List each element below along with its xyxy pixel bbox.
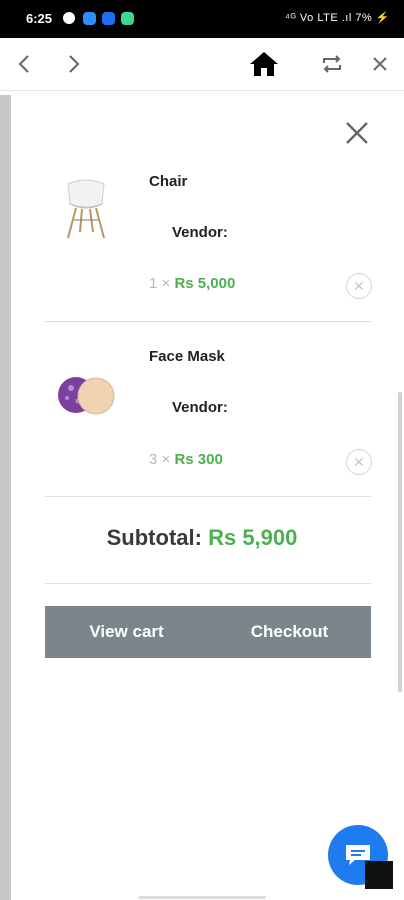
item-name[interactable]: Face Mask bbox=[149, 348, 225, 365]
subtotal: Subtotal: Rs 5,900 bbox=[0, 525, 404, 551]
divider bbox=[45, 583, 371, 584]
page-edge-shadow bbox=[0, 95, 11, 900]
scroll-to-top-button[interactable] bbox=[365, 861, 393, 889]
browser-toolbar bbox=[0, 38, 404, 91]
divider bbox=[45, 496, 371, 497]
home-indicator bbox=[138, 896, 266, 899]
subtotal-label: Subtotal: bbox=[106, 525, 202, 550]
item-quantity-price: 3 × Rs 300 bbox=[149, 451, 223, 468]
chevron-left-icon bbox=[18, 55, 29, 73]
item-price: Rs 300 bbox=[174, 451, 223, 468]
times-sign: × bbox=[161, 275, 171, 292]
item-quantity-price: 1 × Rs 5,000 bbox=[149, 275, 235, 292]
back-button[interactable] bbox=[12, 50, 36, 78]
home-icon bbox=[250, 52, 278, 76]
divider bbox=[45, 321, 371, 322]
notification-icon-4 bbox=[121, 12, 134, 25]
times-sign: × bbox=[161, 451, 171, 468]
cart-close-button[interactable] bbox=[342, 118, 372, 148]
close-icon bbox=[373, 57, 387, 71]
item-quantity: 1 bbox=[149, 275, 158, 292]
item-name[interactable]: Chair bbox=[149, 173, 187, 190]
refresh-button[interactable] bbox=[318, 50, 346, 78]
cart-actions: View cart Checkout bbox=[45, 606, 371, 658]
status-bar: 6:25 ⁴ᴳ Vo LTE .ıl 7% ⚡ bbox=[0, 0, 404, 38]
item-quantity: 3 bbox=[149, 451, 158, 468]
vendor-label: Vendor: bbox=[172, 224, 228, 241]
status-time: 6:25 bbox=[26, 11, 53, 26]
close-icon: ✕ bbox=[353, 277, 365, 294]
subtotal-value: Rs 5,900 bbox=[208, 525, 298, 550]
home-button[interactable] bbox=[247, 50, 281, 78]
close-icon bbox=[346, 122, 368, 144]
close-icon: ✕ bbox=[353, 453, 365, 470]
notification-icon-1 bbox=[63, 12, 75, 24]
chair-product-image[interactable] bbox=[60, 176, 112, 242]
remove-item-button[interactable]: ✕ bbox=[346, 449, 372, 475]
status-right: ⁴ᴳ Vo LTE .ıl 7% ⚡ bbox=[285, 12, 390, 24]
chevron-right-icon bbox=[69, 55, 80, 73]
checkout-button[interactable]: Checkout bbox=[208, 606, 371, 658]
view-cart-button[interactable]: View cart bbox=[45, 606, 208, 658]
vendor-label: Vendor: bbox=[172, 399, 228, 416]
repeat-icon bbox=[323, 55, 341, 73]
face-mask-product-image[interactable] bbox=[56, 373, 116, 417]
remove-item-button[interactable]: ✕ bbox=[346, 273, 372, 299]
close-tab-button[interactable] bbox=[368, 50, 392, 78]
notification-icon-2 bbox=[83, 12, 96, 25]
notification-icon-3 bbox=[102, 12, 115, 25]
item-price: Rs 5,000 bbox=[174, 275, 236, 292]
forward-button[interactable] bbox=[62, 50, 86, 78]
